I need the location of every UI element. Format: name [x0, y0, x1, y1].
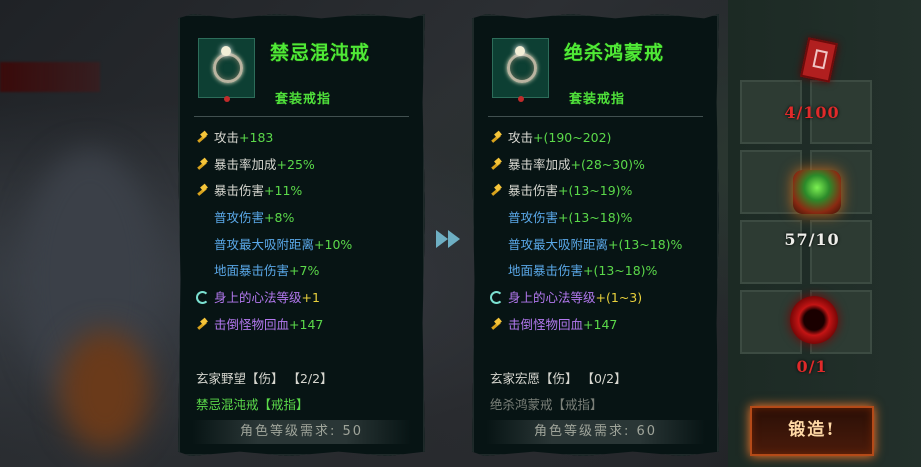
stat-value: +(13~18)% [583, 263, 658, 279]
stat-value: +(1~3) [595, 290, 643, 306]
green-drum-icon [793, 170, 841, 214]
hammer-icon [490, 158, 503, 171]
stat-row: 暴击伤害+11% [196, 178, 415, 205]
stat-row: 击倒怪物回血+147 [196, 312, 415, 339]
stat-value: +7% [289, 263, 320, 279]
forge-button[interactable]: 锻造! [750, 406, 874, 456]
stat-row: 暴击率加成+25% [196, 152, 415, 179]
stat-row: 普攻伤害+8% [196, 205, 415, 232]
stat-row: 击倒怪物回血+147 [490, 312, 709, 339]
hammer-icon [196, 131, 209, 144]
stat-row: 攻击+(190~202) [490, 125, 709, 152]
background-figure-accent [60, 330, 150, 450]
stat-value: +147 [289, 316, 324, 332]
stat-label: 击倒怪物回血 [508, 316, 584, 332]
stat-label: 攻击 [508, 130, 534, 145]
hammer-icon [196, 158, 209, 171]
stat-value: +183 [239, 130, 274, 145]
stat-label: 普攻伤害 [214, 210, 265, 226]
set-name: 玄家野望【伤】 【2/2】 [196, 371, 333, 386]
stat-value: +(13~19)% [558, 183, 633, 199]
swirl-icon [490, 291, 503, 305]
hammer-icon [196, 318, 209, 331]
stat-value: +10% [314, 236, 353, 252]
stat-row: 普攻最大吸附距离+(13~18)% [490, 232, 709, 259]
stat-list: 攻击+183 暴击率加成+25% 暴击伤害+11% 普攻伤害+8% 普攻最大吸附距离+1… [196, 125, 415, 339]
item-subtitle: 套装戒指 [275, 92, 332, 107]
stat-value: +8% [264, 210, 295, 226]
stat-row: 暴击率加成+(28~30)% [490, 152, 709, 179]
stat-label: 地面暴击伤害 [508, 263, 584, 279]
stat-label: 暴击伤害 [508, 183, 559, 199]
set-name: 玄家宏愿【伤】 【0/2】 [490, 371, 627, 386]
stat-label: 击倒怪物回血 [214, 316, 290, 332]
hammer-icon [490, 131, 503, 144]
stat-value: +(190~202) [533, 130, 612, 145]
stat-label: 普攻伤害 [508, 210, 559, 226]
stat-label: 身上的心法等级 [214, 290, 302, 306]
stat-label: 普攻最大吸附距离 [214, 236, 315, 252]
current-item-panel: 禁忌混沌戒 套装戒指 攻击+183 暴击率加成+25% 暴击伤害+11% 普攻伤害+8… [178, 14, 425, 456]
stat-row: 暴击伤害+(13~19)% [490, 178, 709, 205]
hammer-icon [196, 184, 209, 197]
item-title: 绝杀鸿蒙戒 [564, 42, 665, 64]
divider [488, 116, 703, 117]
stat-value: +11% [264, 183, 303, 199]
stat-label: 地面暴击伤害 [214, 263, 290, 279]
stat-label: 暴击率加成 [508, 156, 571, 172]
stat-label: 暴击伤害 [214, 183, 265, 199]
stat-value: +(13~18)% [558, 210, 633, 226]
gem-icon [515, 46, 525, 56]
stat-list: 攻击+(190~202) 暴击率加成+(28~30)% 暴击伤害+(13~19)% 普… [490, 125, 709, 339]
set-item: 禁忌混沌戒【戒指】 [196, 397, 309, 412]
material-count-drum: 57/10 [784, 230, 840, 249]
divider [194, 116, 409, 117]
stat-row: 普攻伤害+(13~18)% [490, 205, 709, 232]
stat-value: +(13~18)% [608, 236, 683, 252]
stat-row: 身上的心法等级+(1~3) [490, 285, 709, 312]
level-requirement: 角色等级需求: 60 [486, 420, 705, 444]
stat-value: +25% [276, 156, 315, 172]
material-count-book: 4/100 [784, 103, 840, 122]
hammer-icon [490, 318, 503, 331]
stat-row: 身上的心法等级+1 [196, 285, 415, 312]
stat-row: 普攻最大吸附距离+10% [196, 232, 415, 259]
ring-icon [213, 53, 243, 83]
gem-icon [221, 46, 231, 56]
stat-label: 身上的心法等级 [508, 290, 596, 306]
item-title: 禁忌混沌戒 [270, 42, 371, 64]
stat-label: 攻击 [214, 130, 240, 145]
quality-dot [518, 96, 524, 102]
target-item-panel: 绝杀鸿蒙戒 套装戒指 攻击+(190~202) 暴击率加成+(28~30)% 暴击伤… [472, 14, 719, 456]
quality-dot [224, 96, 230, 102]
stat-value: +147 [583, 316, 618, 332]
red-orb-icon [790, 296, 838, 344]
material-count-orb: 0/1 [796, 357, 828, 376]
stat-value: +(28~30)% [570, 156, 645, 172]
level-requirement: 角色等级需求: 50 [192, 420, 411, 444]
item-subtitle: 套装戒指 [569, 92, 626, 107]
background-tag [0, 62, 100, 92]
target-item-icon-slot[interactable] [492, 38, 549, 102]
stat-row: 攻击+183 [196, 125, 415, 152]
chevron-right-icon [436, 226, 466, 252]
set-item: 绝杀鸿蒙戒【戒指】 [490, 397, 603, 412]
ring-icon [507, 53, 537, 83]
stat-row: 地面暴击伤害+7% [196, 258, 415, 285]
current-item-icon-slot[interactable] [198, 38, 255, 102]
swirl-icon [196, 291, 209, 305]
stat-label: 普攻最大吸附距离 [508, 236, 609, 252]
hammer-icon [490, 184, 503, 197]
stat-label: 暴击率加成 [214, 156, 277, 172]
stat-row: 地面暴击伤害+(13~18)% [490, 258, 709, 285]
stat-value: +1 [301, 290, 320, 306]
